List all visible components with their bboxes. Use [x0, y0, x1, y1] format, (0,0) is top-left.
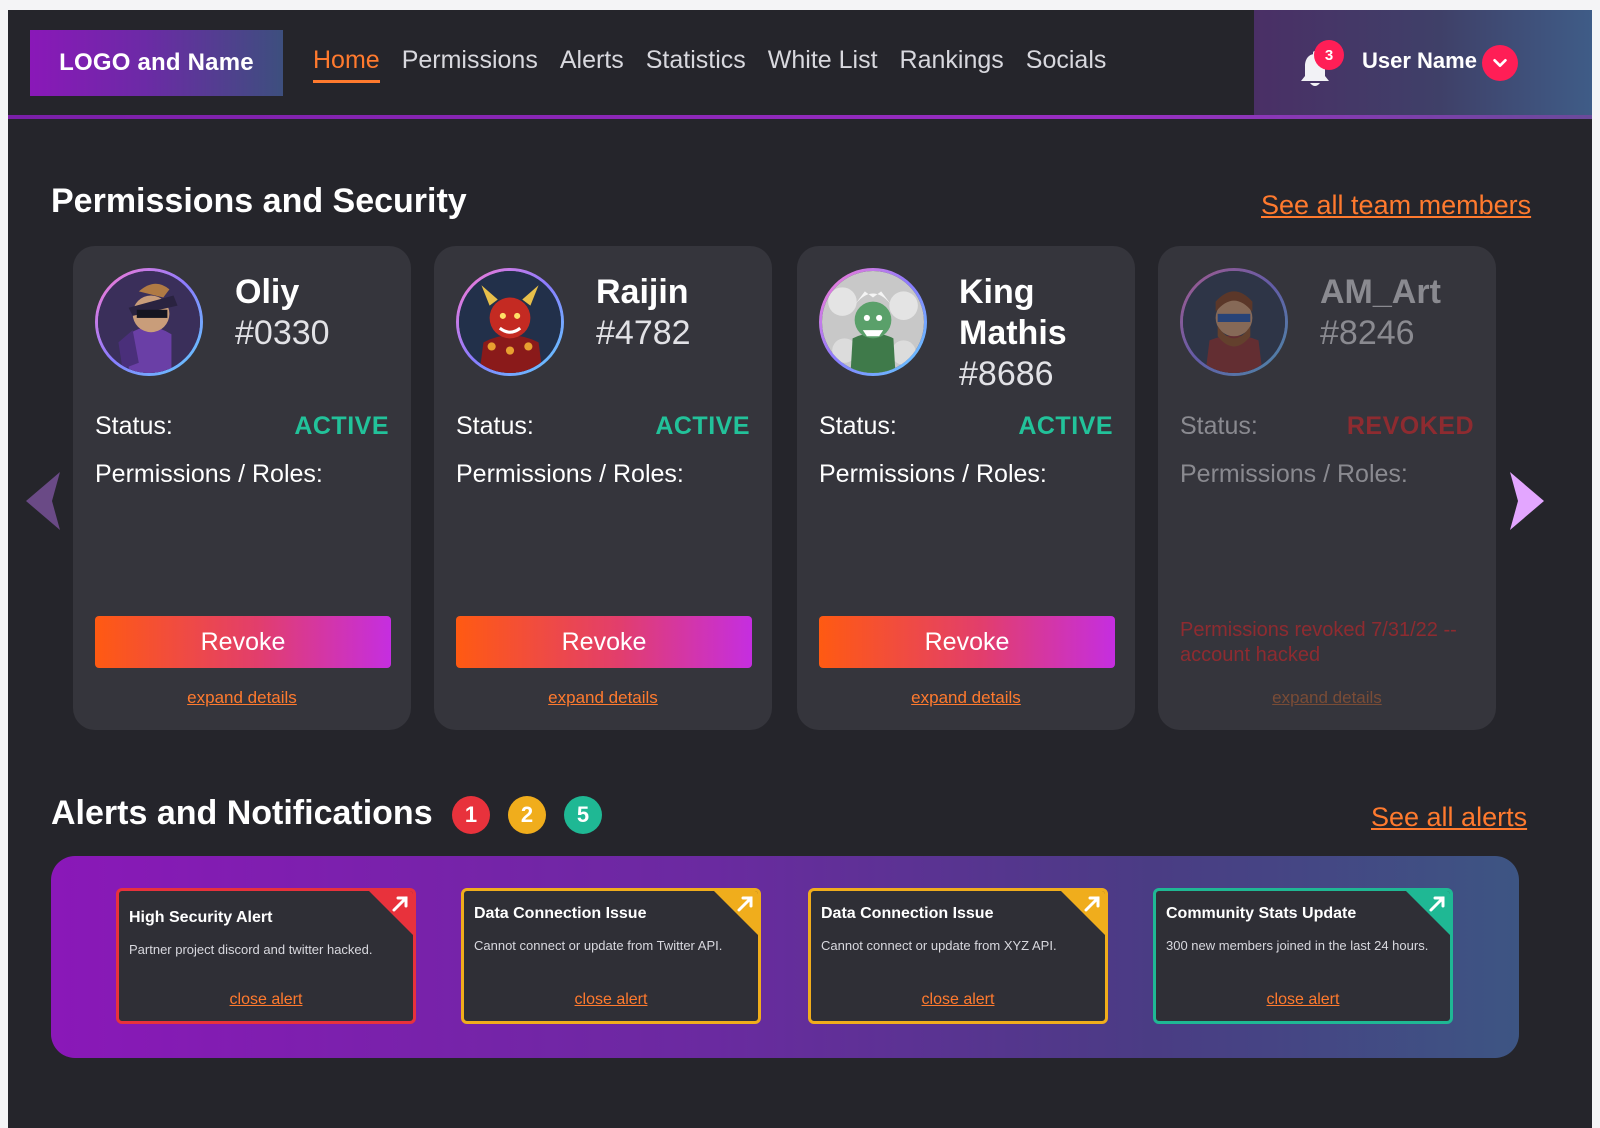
expand-details-link[interactable]: expand details [1158, 688, 1496, 708]
member-tag: #4782 [596, 314, 691, 352]
status-label: Status: [456, 412, 534, 440]
alert-body: Cannot connect or update from XYZ API. [821, 938, 1057, 953]
open-alert-icon[interactable] [1405, 891, 1450, 936]
nav-link-alerts[interactable]: Alerts [549, 40, 635, 81]
revoke-button[interactable]: Revoke [819, 616, 1115, 668]
alert-title: Community Stats Update [1166, 905, 1357, 922]
alerts-panel: High Security Alert Partner project disc… [51, 856, 1519, 1058]
open-alert-icon[interactable] [713, 891, 758, 936]
alerts-section-title: Alerts and Notifications [51, 794, 433, 832]
status-value: ACTIVE [655, 412, 750, 440]
member-tag: #8246 [1320, 314, 1415, 352]
nav-link-permissions[interactable]: Permissions [391, 40, 549, 81]
chevron-down-icon [1493, 58, 1507, 68]
user-area: 3 User Name [1254, 10, 1592, 118]
status-value-revoked: REVOKED [1346, 412, 1474, 440]
nav-divider [8, 115, 1592, 119]
user-menu-toggle[interactable] [1482, 45, 1518, 81]
close-alert-link[interactable]: close alert [811, 991, 1105, 1009]
avatar [456, 268, 564, 376]
nav-link-white-list[interactable]: White List [757, 40, 889, 81]
status-label: Status: [1180, 412, 1258, 440]
member-card-revoked: AM_Art #8246 Status: REVOKED Permissions… [1158, 246, 1496, 730]
alert-body: Cannot connect or update from Twitter AP… [474, 938, 723, 953]
status-value: ACTIVE [1018, 412, 1113, 440]
member-name: Oliy [235, 273, 300, 311]
member-name: King Mathis [959, 273, 1067, 352]
permissions-roles-label: Permissions / Roles: [95, 460, 323, 488]
alert-count-medium[interactable]: 2 [508, 796, 546, 834]
alert-body: Partner project discord and twitter hack… [129, 942, 373, 957]
alert-count-high[interactable]: 1 [452, 796, 490, 834]
permissions-roles-label: Permissions / Roles: [456, 460, 684, 488]
member-tag: #0330 [235, 314, 330, 352]
open-alert-icon[interactable] [1060, 891, 1105, 936]
member-tag: #8686 [959, 355, 1054, 393]
avatar [95, 268, 203, 376]
alert-card: Data Connection Issue Cannot connect or … [808, 888, 1108, 1024]
revoked-note: Permissions revoked 7/31/22 -- account h… [1180, 619, 1457, 666]
expand-details-link[interactable]: expand details [73, 688, 411, 708]
alert-title: Data Connection Issue [821, 905, 994, 922]
member-card: Oliy #0330 Status: ACTIVE Permissions / … [73, 246, 411, 730]
alert-card: High Security Alert Partner project disc… [116, 888, 416, 1024]
nav-link-statistics[interactable]: Statistics [635, 40, 757, 81]
carousel-prev-arrow[interactable] [22, 470, 62, 532]
status-label: Status: [819, 412, 897, 440]
expand-details-link[interactable]: expand details [434, 688, 772, 708]
main-nav: Home Permissions Alerts Statistics White… [302, 40, 1118, 83]
see-all-alerts-link[interactable]: See all alerts [1371, 802, 1527, 833]
alert-body: 300 new members joined in the last 24 ho… [1166, 938, 1429, 953]
permissions-roles-label: Permissions / Roles: [819, 460, 1047, 488]
carousel-next-arrow[interactable] [1508, 470, 1548, 532]
expand-details-link[interactable]: expand details [797, 688, 1135, 708]
permissions-section-title: Permissions and Security [51, 182, 467, 220]
alert-count-info[interactable]: 5 [564, 796, 602, 834]
app-frame: LOGO and Name Home Permissions Alerts St… [8, 10, 1592, 1128]
member-name: Raijin [596, 273, 689, 311]
member-name: AM_Art [1320, 273, 1441, 311]
close-alert-link[interactable]: close alert [1156, 991, 1450, 1009]
permissions-roles-label: Permissions / Roles: [1180, 460, 1408, 488]
top-navbar: LOGO and Name Home Permissions Alerts St… [8, 10, 1592, 118]
close-alert-link[interactable]: close alert [464, 991, 758, 1009]
see-all-team-members-link[interactable]: See all team members [1261, 190, 1531, 221]
member-card: King Mathis #8686 Status: ACTIVE Permiss… [797, 246, 1135, 730]
brand-logo[interactable]: LOGO and Name [30, 30, 283, 96]
member-card: Raijin #4782 Status: ACTIVE Permissions … [434, 246, 772, 730]
revoke-button[interactable]: Revoke [456, 616, 752, 668]
open-alert-icon[interactable] [368, 891, 413, 936]
status-value: ACTIVE [294, 412, 389, 440]
alert-card: Community Stats Update 300 new members j… [1153, 888, 1453, 1024]
status-label: Status: [95, 412, 173, 440]
nav-link-socials[interactable]: Socials [1015, 40, 1118, 81]
avatar [1180, 268, 1288, 376]
alert-card: Data Connection Issue Cannot connect or … [461, 888, 761, 1024]
revoke-button[interactable]: Revoke [95, 616, 391, 668]
alert-title: High Security Alert [129, 909, 273, 926]
alert-title: Data Connection Issue [474, 905, 647, 922]
nav-link-rankings[interactable]: Rankings [889, 40, 1015, 81]
avatar [819, 268, 927, 376]
user-name[interactable]: User Name [1362, 48, 1477, 74]
nav-link-home[interactable]: Home [302, 40, 391, 83]
notification-count-badge: 3 [1314, 40, 1344, 70]
close-alert-link[interactable]: close alert [119, 991, 413, 1009]
